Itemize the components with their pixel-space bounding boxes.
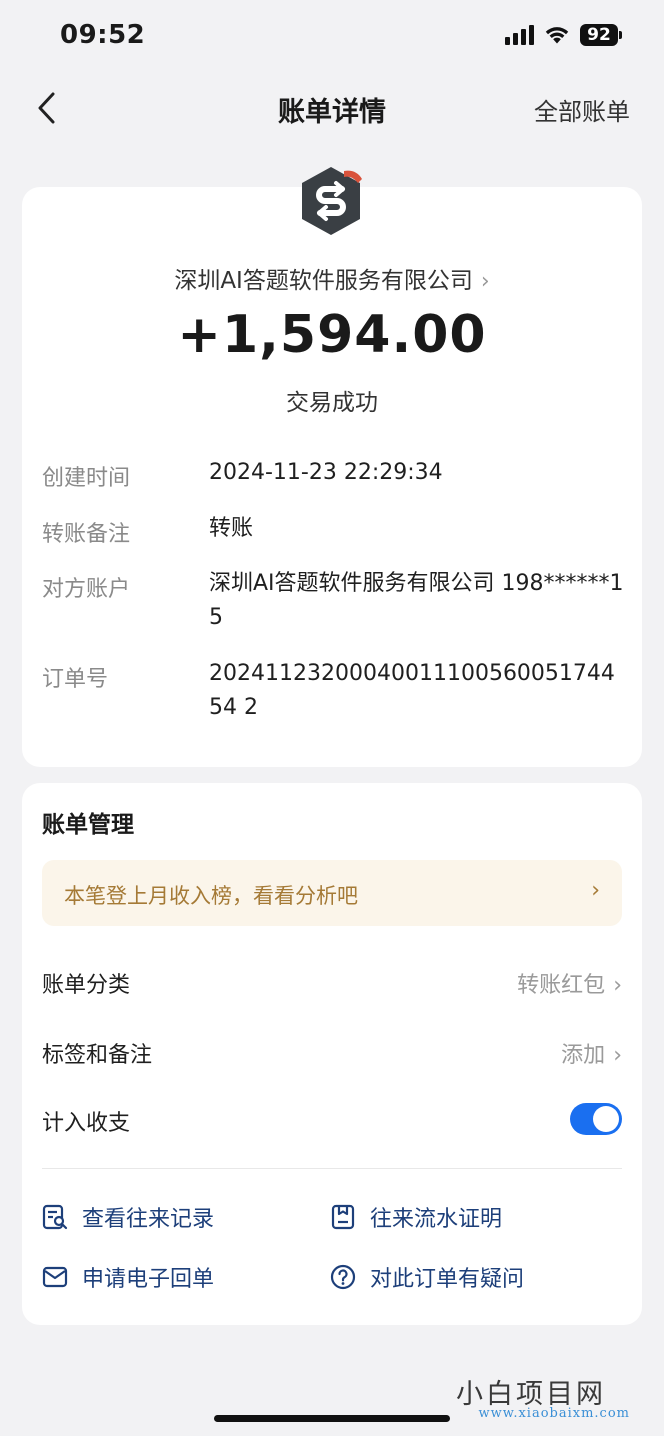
tags-notes-label: 标签和备注 (42, 1043, 153, 1068)
cellular-signal-icon (505, 25, 534, 45)
toggle-knob (593, 1106, 619, 1132)
view-records-link[interactable]: 查看往来记录 (42, 1201, 214, 1233)
created-time-value: 2024-11-23 22:29:34 (209, 460, 443, 485)
income-ranking-banner[interactable]: 本笔登上月收入榜，看看分析吧 › (42, 860, 622, 926)
battery-level: 92 (580, 24, 618, 46)
transfer-s-icon (302, 167, 362, 235)
bill-category-selector[interactable]: 转账红包 › (517, 967, 622, 999)
transfer-note-value: 转账 (209, 516, 254, 541)
status-bar: 09:52 92 (0, 0, 664, 76)
tags-notes-add[interactable]: 添加 › (561, 1037, 622, 1069)
status-time: 09:52 (60, 20, 146, 50)
battery-icon: 92 (580, 24, 622, 46)
tags-notes-value: 添加 (561, 1043, 606, 1068)
banner-text: 本笔登上月收入榜，看看分析吧 (64, 884, 358, 908)
merchant-name: 深圳AI答题软件服务有限公司 (174, 268, 473, 294)
chevron-right-icon: › (613, 973, 622, 998)
status-icons: 92 (505, 24, 622, 46)
include-in-stats-label: 计入收支 (42, 1111, 131, 1136)
watermark-url: www.xiaobaixm.com (478, 1406, 630, 1421)
transaction-amount: +1,594.00 (177, 305, 487, 365)
statement-proof-link[interactable]: 往来流水证明 (330, 1201, 502, 1233)
home-indicator (214, 1415, 450, 1422)
e-receipt-label: 申请电子回单 (82, 1267, 215, 1292)
include-in-stats-toggle[interactable] (570, 1103, 622, 1135)
records-search-icon (42, 1204, 68, 1230)
chevron-right-icon: › (480, 269, 490, 294)
transaction-status: 交易成功 (286, 390, 378, 416)
bill-management-card: 账单管理 本笔登上月收入榜，看看分析吧 › 账单分类 转账红包 › 标签和备注 添… (22, 783, 642, 1325)
section-title: 账单管理 (42, 812, 134, 838)
transaction-card: 深圳AI答题软件服务有限公司 › +1,594.00 交易成功 创建时间 2024… (22, 167, 642, 767)
transfer-note-label: 转账备注 (42, 522, 131, 547)
bill-category-value: 转账红包 (517, 973, 606, 998)
statement-proof-label: 往来流水证明 (370, 1207, 503, 1232)
wifi-icon (545, 27, 569, 44)
e-receipt-link[interactable]: 申请电子回单 (42, 1261, 214, 1293)
mail-icon (42, 1266, 68, 1288)
chevron-right-icon: › (613, 1043, 622, 1068)
order-question-link[interactable]: 对此订单有疑问 (330, 1261, 524, 1293)
nav-bar: 账单详情 全部账单 (0, 76, 664, 140)
counterparty-value: 深圳AI答题软件服务有限公司 198******15 (209, 571, 624, 630)
statement-doc-icon (331, 1204, 355, 1230)
order-number-label: 订单号 (42, 667, 109, 692)
order-number-value: 2024112320004001110056005174454 2 (209, 661, 615, 720)
view-records-label: 查看往来记录 (82, 1207, 215, 1232)
order-question-label: 对此订单有疑问 (370, 1267, 525, 1292)
chevron-right-icon: › (591, 878, 600, 903)
all-bills-link[interactable]: 全部账单 (534, 92, 630, 127)
merchant-link[interactable]: 深圳AI答题软件服务有限公司 › (22, 261, 642, 295)
created-time-label: 创建时间 (42, 466, 131, 491)
bill-category-label: 账单分类 (42, 973, 131, 998)
divider (42, 1168, 622, 1169)
counterparty-label: 对方账户 (42, 577, 131, 602)
question-circle-icon (330, 1264, 356, 1290)
